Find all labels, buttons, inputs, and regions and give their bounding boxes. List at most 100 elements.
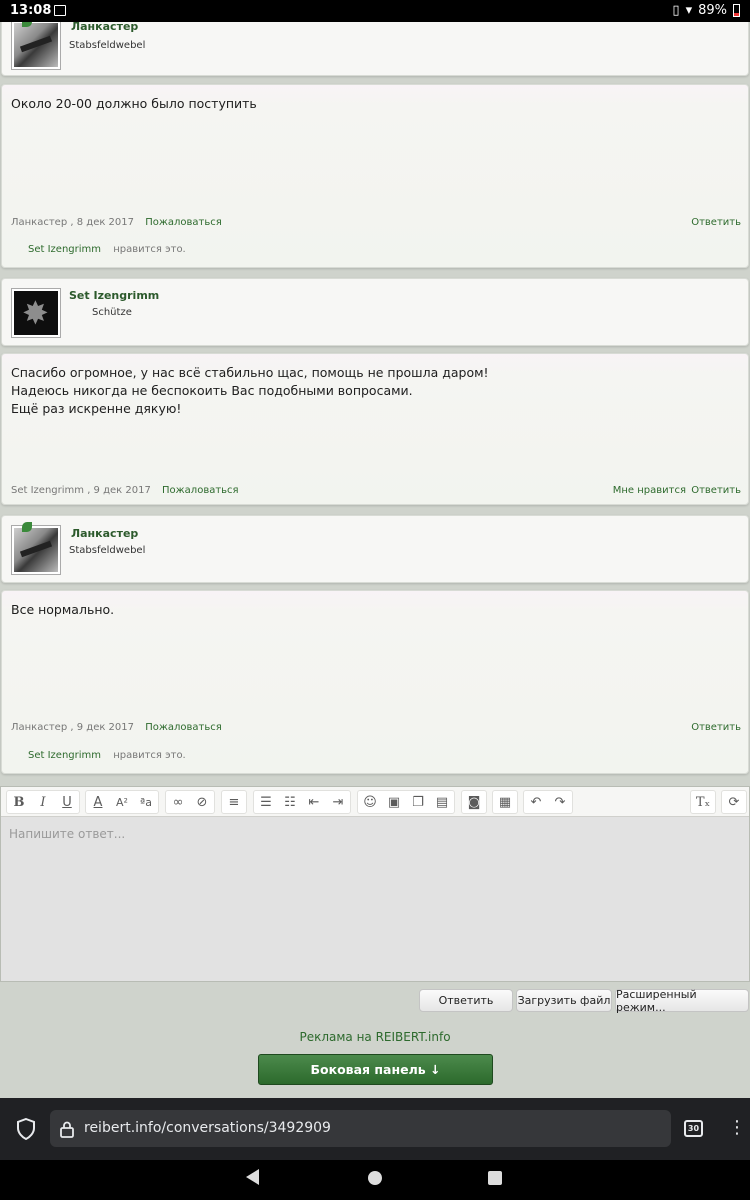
likes-summary: Set Izengrimm нравится это. [28,244,186,255]
liker-name[interactable]: Set Izengrimm [28,244,101,255]
message-line: Надеюсь никогда не беспокоить Вас подобн… [11,383,413,398]
message-card: Спасибо огромное, у нас всё стабильно ща… [1,353,749,505]
battery-text: 89% [698,3,727,18]
address-bar[interactable]: reibert.info/conversations/3492909 [50,1110,671,1147]
italic-icon[interactable]: I [31,791,55,813]
avatar[interactable] [11,522,61,575]
message-line: Около 20-00 должно было поступить [11,96,257,111]
message-date[interactable]: , 9 дек 2017 [87,485,151,496]
font-size-icon[interactable]: A² [110,791,134,813]
format-group: B I U [6,790,80,814]
unlink-icon[interactable]: ⊘ [190,791,214,813]
link-icon[interactable]: ∞ [166,791,190,813]
url-text[interactable]: reibert.info/conversations/3492909 [84,1120,331,1136]
redo-icon[interactable]: ↷ [548,791,572,813]
message-meta: Ланкастер , 8 дек 2017 Пожаловаться [11,217,222,228]
likes-suffix: нравится это. [113,750,186,761]
list-group: ☰ ☷ ⇤ ⇥ [253,790,351,814]
align-icon[interactable]: ≡ [222,791,246,813]
author-card: Ланкастер Stabsfeldwebel [1,22,749,76]
avatar[interactable] [11,22,61,70]
menu-icon[interactable]: ⋮ [728,1116,746,1140]
save-group: ▦ [492,790,518,814]
message-date[interactable]: , 9 дек 2017 [70,722,134,733]
media-icon[interactable]: ❐ [406,791,430,813]
reply-link[interactable]: Ответить [691,485,741,496]
home-icon[interactable] [368,1171,382,1185]
liker-name[interactable]: Set Izengrimm [28,750,101,761]
likes-summary: Set Izengrimm нравится это. [28,750,186,761]
text-color-icon[interactable]: A [86,791,110,813]
report-link[interactable]: Пожаловаться [162,485,239,496]
reply-button[interactable]: Ответить [419,989,513,1012]
author-rank: Schütze [92,307,132,318]
author-rank: Stabsfeldwebel [69,40,146,51]
message-line: Все нормально. [11,602,115,617]
message-text: Спасибо огромное, у нас всё стабильно ща… [11,364,489,418]
message-meta: Set Izengrimm , 9 дек 2017 Пожаловаться [11,485,239,496]
message-text: Все нормально. [11,601,114,619]
battery-icon [733,4,740,17]
undo-icon[interactable]: ↶ [524,791,548,813]
browser-toolbar: reibert.info/conversations/3492909 30 ⋮ [0,1098,750,1160]
quote-icon[interactable]: ▤ [430,791,454,813]
clear-group: Tₓ [690,790,716,814]
shield-icon[interactable] [16,1118,36,1140]
author-name[interactable]: Ланкастер [71,527,138,540]
sidebar-toggle-button[interactable]: Боковая панель ↓ [258,1054,493,1085]
smiley-icon[interactable]: ☺ [358,791,382,813]
message-card: Все нормально. Ланкастер , 9 дек 2017 По… [1,590,749,774]
status-bar: 13:08 ▯ ▾ 89% [0,0,750,22]
indent-icon[interactable]: ⇥ [326,791,350,813]
font-group: A A² ªa [85,790,159,814]
message-text: Около 20-00 должно было поступить [11,95,257,113]
message-date[interactable]: , 8 дек 2017 [70,217,134,228]
reply-editor: B I U A A² ªa ∞ ⊘ ≡ ☰ ☷ ⇤ ⇥ ☺ ▣ ❐ ▤ ◙ ▦ … [0,786,750,982]
like-link[interactable]: Мне нравится [613,485,686,496]
ad-link[interactable]: Реклама на REIBERT.info [0,1030,750,1044]
reply-link[interactable]: Ответить [691,217,741,228]
bold-icon[interactable]: B [7,791,31,813]
author-card: Set Izengrimm Schütze [1,278,749,346]
status-right: ▯ ▾ 89% [672,3,740,18]
wifi-icon: ▾ [685,3,693,18]
image-icon[interactable]: ▣ [382,791,406,813]
message-line: Спасибо огромное, у нас всё стабильно ща… [11,365,489,380]
likes-suffix: нравится это. [113,244,186,255]
outdent-icon[interactable]: ⇤ [302,791,326,813]
tab-counter[interactable]: 30 [684,1120,703,1137]
reply-link[interactable]: Ответить [691,722,741,733]
message-author[interactable]: Ланкастер [11,217,67,228]
vibrate-icon: ▯ [672,3,680,18]
upload-file-button[interactable]: Загрузить файл [516,989,612,1012]
toggle-bbcode-icon[interactable]: ⟳ [722,791,746,813]
advanced-mode-button[interactable]: Расширенный режим... [615,988,749,1014]
recents-icon[interactable] [488,1171,502,1185]
author-name[interactable]: Ланкастер [71,22,138,33]
back-icon[interactable] [246,1169,259,1185]
underline-icon[interactable]: U [55,791,79,813]
author-rank: Stabsfeldwebel [69,545,146,556]
camera-group: ◙ [461,790,487,814]
report-link[interactable]: Пожаловаться [145,217,222,228]
bullet-list-icon[interactable]: ☰ [254,791,278,813]
author-name[interactable]: Set Izengrimm [69,289,159,302]
camera-icon[interactable]: ◙ [462,791,486,813]
numbered-list-icon[interactable]: ☷ [278,791,302,813]
save-draft-icon[interactable]: ▦ [493,791,517,813]
avatar[interactable] [11,288,61,338]
message-line: Ещё раз искренне дякую! [11,401,182,416]
message-card: Около 20-00 должно было поступить Ланкас… [1,84,749,268]
insert-group: ☺ ▣ ❐ ▤ [357,790,455,814]
message-author[interactable]: Set Izengrimm [11,485,84,496]
reply-input[interactable]: Напишите ответ... [9,827,125,841]
system-nav-bar [0,1160,750,1200]
message-author[interactable]: Ланкастер [11,722,67,733]
report-link[interactable]: Пожаловаться [145,722,222,733]
history-group: ↶ ↷ [523,790,573,814]
clear-format-icon[interactable]: Tₓ [691,791,715,813]
status-time: 13:08 [10,3,52,18]
link-group: ∞ ⊘ [165,790,215,814]
image-notification-icon [54,5,66,16]
font-family-icon[interactable]: ªa [134,791,158,813]
